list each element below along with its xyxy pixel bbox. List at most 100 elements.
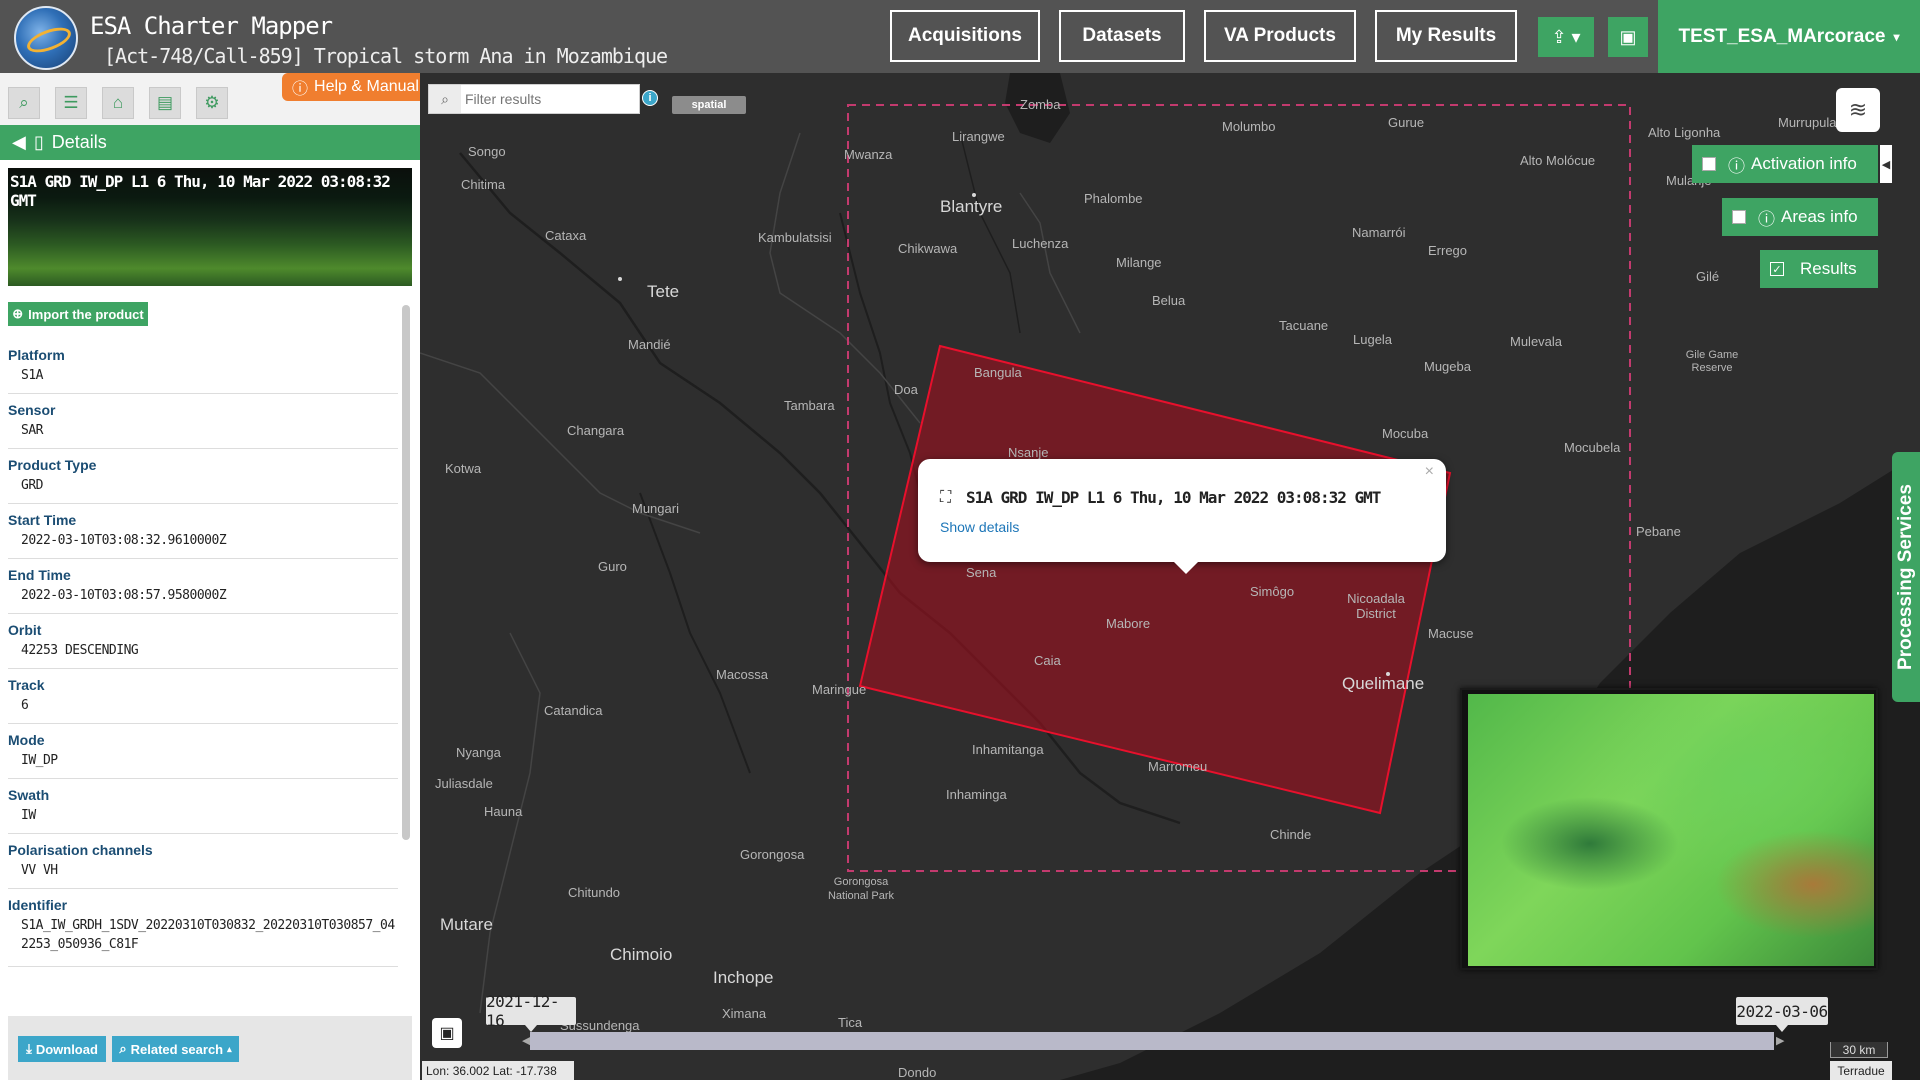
my-results-button[interactable]: My Results: [1375, 10, 1517, 62]
esa-charter-logo-icon[interactable]: [14, 6, 78, 70]
activation-info-label: Activation info: [1751, 154, 1857, 173]
field-label: Polarisation channels: [8, 842, 153, 858]
archive-tool[interactable]: ▤: [149, 87, 181, 119]
border-line: [1019, 192, 1081, 334]
place-label: Mwanza: [844, 147, 893, 162]
field-label: Orbit: [8, 622, 42, 638]
list-tool[interactable]: ☰: [55, 87, 87, 119]
place-label: Milange: [1116, 255, 1162, 270]
place-label: Chikwawa: [898, 241, 958, 256]
place-label: Dondo: [898, 1065, 937, 1080]
activation-info-checkbox[interactable]: [1702, 157, 1716, 171]
place-label: Hauna: [484, 804, 523, 819]
help-manual-tab[interactable]: ⓘ Help & Manual: [282, 73, 420, 101]
sar-footprint[interactable]: [858, 344, 1452, 815]
place-label: Mandié: [628, 337, 671, 352]
acquisitions-button[interactable]: Acquisitions: [890, 10, 1040, 62]
place-label: Guro: [598, 559, 627, 574]
close-icon[interactable]: ×: [1425, 463, 1434, 481]
field-value: S1A_IW_GRDH_1SDV_20220310T030832_2022031…: [21, 918, 395, 952]
areas-info-toggle[interactable]: ⓘ Areas info: [1722, 198, 1878, 236]
download-label: Download: [35, 1041, 98, 1057]
results-toggle[interactable]: ✓ Results: [1760, 250, 1878, 288]
briefcase-button[interactable]: ▣: [1608, 17, 1648, 57]
product-fields: Platform S1A Sensor SAR Product Type GRD…: [8, 339, 398, 967]
border-line: [769, 132, 921, 424]
place-label: Gurue: [1388, 115, 1425, 130]
place-label: Gilé: [1696, 269, 1720, 284]
activation-title: [Act-748/Call-859] Tropical storm Ana in…: [104, 44, 668, 68]
search-icon: ⌕: [119, 1041, 127, 1056]
place-label: Doa: [894, 382, 918, 397]
details-scrollbar[interactable]: [402, 305, 410, 840]
layers-icon: ≋: [1848, 97, 1868, 122]
field-platform: Platform S1A: [8, 339, 398, 394]
place-label: Sena: [966, 565, 997, 580]
place-label: Tambara: [784, 398, 835, 413]
layers-button[interactable]: ≋: [1836, 88, 1880, 132]
timeline-right-handle-icon[interactable]: ▶: [1776, 1034, 1784, 1047]
processing-services-tab[interactable]: Processing Services: [1892, 452, 1920, 702]
scale-bar: 30 km: [1830, 1042, 1888, 1058]
quicklook-preview[interactable]: [1460, 688, 1878, 970]
search-tool[interactable]: ⌕: [8, 87, 40, 119]
place-label: Molumbo: [1222, 119, 1276, 134]
import-product-button[interactable]: ⊕ Import the product: [8, 302, 148, 326]
areas-info-checkbox[interactable]: [1732, 210, 1746, 224]
va-products-button[interactable]: VA Products: [1204, 10, 1356, 62]
processing-services-label: Processing Services: [1895, 484, 1916, 670]
field-value: VV VH: [21, 863, 58, 878]
filter-search-button[interactable]: ⌕: [429, 85, 461, 113]
caret-down-icon: ▾: [1893, 29, 1900, 44]
place-label: Mugeba: [1424, 359, 1471, 374]
place-label: Mabore: [1106, 616, 1151, 631]
place-label: Catandica: [544, 703, 603, 718]
place-label: Inchope: [713, 968, 774, 987]
place-label: Mocuba: [1382, 426, 1429, 441]
product-popup: × ⛶ S1A GRD IW_DP L1 6 Thu, 10 Mar 2022 …: [918, 459, 1446, 574]
place-label: Gorongosa: [740, 847, 805, 862]
place-label: Alto Ligonha: [1648, 125, 1721, 140]
place-label: Juliasdale: [435, 776, 493, 791]
river-line: [639, 492, 751, 774]
place-label: Lirangwe: [952, 129, 1005, 144]
app-title: ESA Charter Mapper: [90, 12, 333, 40]
settings-tool[interactable]: ⚙: [196, 87, 228, 119]
place-label: Maringue: [812, 682, 867, 697]
timeline-range-bar[interactable]: [530, 1032, 1774, 1050]
field-value: 42253 DESCENDING: [21, 643, 139, 658]
datasets-button[interactable]: Datasets: [1059, 10, 1185, 62]
user-menu[interactable]: TEST_ESA_MArcorace ▾: [1658, 0, 1920, 73]
related-search-button[interactable]: ⌕ Related search ▴: [112, 1036, 239, 1062]
download-button[interactable]: ⤓ Download: [18, 1036, 106, 1062]
activation-info-toggle[interactable]: ⓘ Activation info: [1692, 145, 1878, 183]
spatial-filter-badge[interactable]: spatial: [672, 96, 746, 114]
border-line: [479, 632, 541, 1014]
place-label: Errego: [1428, 243, 1468, 258]
field-product-type: Product Type GRD: [8, 449, 398, 504]
archive-icon: ▤: [156, 93, 174, 112]
right-panel-handle[interactable]: ◀: [1880, 145, 1892, 183]
field-label: Track: [8, 677, 45, 693]
filter-results-input[interactable]: [465, 89, 635, 109]
field-label: Sensor: [8, 402, 56, 418]
product-thumbnail[interactable]: S1A GRD IW_DP L1 6 Thu, 10 Mar 2022 03:0…: [8, 168, 412, 286]
filter-info-icon[interactable]: i: [642, 90, 658, 106]
place-label: Phalombe: [1084, 191, 1143, 206]
upload-dropdown-button[interactable]: ⇪ ▾: [1538, 17, 1594, 57]
field-start-time: Start Time 2022-03-10T03:08:32.9610000Z: [8, 504, 398, 559]
place-label: Nicoadala District: [1347, 591, 1405, 621]
results-checkbox-checked[interactable]: ✓: [1770, 262, 1784, 276]
field-sensor: Sensor SAR: [8, 394, 398, 449]
place-label: Tica: [838, 1015, 863, 1030]
details-header[interactable]: ◀ ▯ Details: [0, 125, 420, 160]
field-end-time: End Time 2022-03-10T03:08:57.9580000Z: [8, 559, 398, 614]
details-panel: ⌕ ☰ ⌂ ▤ ⚙ ⓘ Help & Manual ◀ ▯ Details S1…: [0, 73, 420, 1080]
basket-tool[interactable]: ⌂: [102, 87, 134, 119]
timeline-toggle-button[interactable]: ▣: [432, 1018, 462, 1048]
show-details-link[interactable]: Show details: [940, 519, 1019, 535]
user-name: TEST_ESA_MArcorace: [1678, 25, 1886, 47]
place-label: Alto Molócue: [1520, 153, 1596, 168]
back-arrow-icon[interactable]: ◀: [12, 132, 26, 153]
details-actions: ⤓ Download ⌕ Related search ▴: [8, 1016, 412, 1080]
